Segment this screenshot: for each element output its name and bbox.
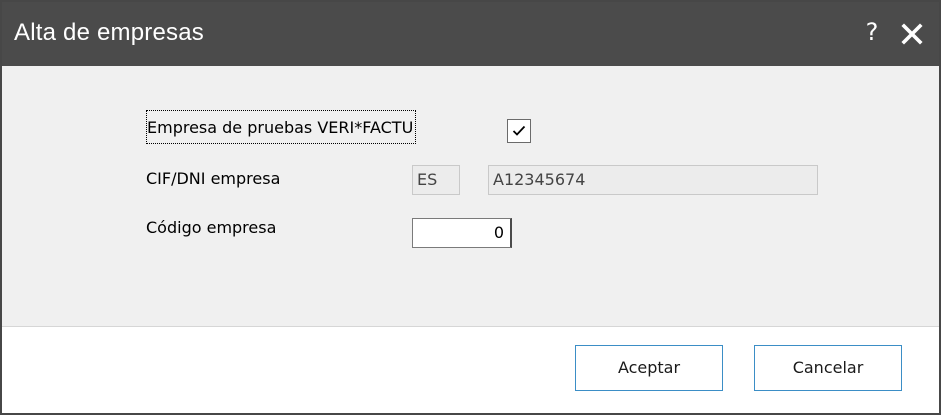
cif-value-field: A12345674 bbox=[488, 165, 818, 195]
close-icon[interactable] bbox=[900, 22, 924, 46]
help-icon[interactable]: ? bbox=[860, 17, 884, 47]
alta-empresas-dialog: Alta de empresas ? Empresa de pruebas VE… bbox=[0, 0, 941, 415]
cif-country-field: ES bbox=[412, 165, 460, 195]
accept-button[interactable]: Aceptar bbox=[575, 345, 723, 391]
cancel-button[interactable]: Cancelar bbox=[754, 345, 902, 391]
cif-label: CIF/DNI empresa bbox=[146, 169, 281, 188]
close-icon-glyph bbox=[901, 23, 923, 45]
title-bar: Alta de empresas ? bbox=[2, 2, 939, 66]
company-code-input[interactable]: 0 bbox=[412, 218, 512, 248]
checkmark-icon bbox=[512, 125, 526, 136]
dialog-body bbox=[2, 66, 939, 326]
dialog-title: Alta de empresas bbox=[14, 19, 204, 46]
test-company-checkbox[interactable] bbox=[507, 119, 531, 143]
company-code-label: Código empresa bbox=[146, 218, 277, 237]
test-company-label[interactable]: Empresa de pruebas VERI*FACTU bbox=[146, 110, 417, 144]
